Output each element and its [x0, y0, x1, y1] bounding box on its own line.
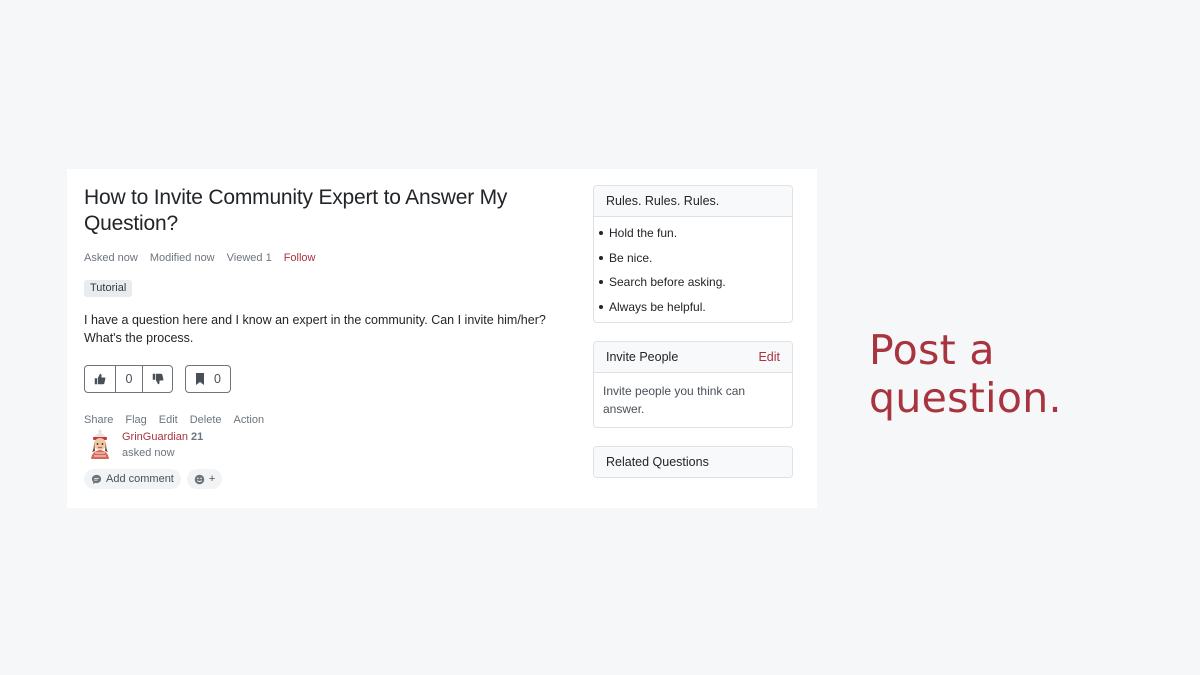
view-count: Viewed 1 [226, 252, 272, 264]
author-info: GrinGuardian 21 asked now [122, 429, 203, 461]
modified-time: Modified now [149, 252, 215, 264]
invite-title: Invite People [606, 350, 679, 364]
downvote-button[interactable] [142, 366, 172, 392]
rules-list: Hold the fun. Be nice. Search before ask… [594, 217, 792, 322]
rule-item: Be nice. [599, 246, 789, 271]
comment-row: Add comment + [84, 469, 564, 489]
bookmark-count: 0 [214, 372, 221, 386]
rule-item: Search before asking. [599, 270, 789, 295]
rules-panel: Rules. Rules. Rules. Hold the fun. Be ni… [593, 185, 793, 323]
chat-bubble-icon [91, 474, 102, 485]
add-comment-label: Add comment [106, 473, 174, 485]
delete-link[interactable]: Delete [190, 413, 222, 427]
stage: How to Invite Community Expert to Answer… [0, 0, 1200, 675]
add-reaction-button[interactable]: + [186, 469, 223, 489]
action-link[interactable]: Action [234, 413, 265, 427]
share-link[interactable]: Share [84, 413, 113, 427]
author-asked-time: asked now [122, 447, 175, 459]
sidebar: Rules. Rules. Rules. Hold the fun. Be ni… [593, 185, 793, 496]
question-card: How to Invite Community Expert to Answer… [67, 169, 817, 508]
avatar[interactable] [86, 429, 114, 459]
question-actions: Share Flag Edit Delete Action [84, 413, 564, 427]
bookmark-button[interactable]: 0 [185, 365, 231, 393]
caption-text: Post a question. [869, 326, 1062, 422]
thumbs-down-icon [152, 373, 164, 385]
edit-link[interactable]: Edit [159, 413, 178, 427]
invite-panel: Invite People Edit Invite people you thi… [593, 341, 793, 428]
flag-link[interactable]: Flag [125, 413, 146, 427]
invite-edit-link[interactable]: Edit [758, 350, 780, 364]
author-reputation: 21 [191, 431, 204, 443]
invite-description: Invite people you think can answer. [603, 384, 746, 416]
add-comment-button[interactable]: Add comment [84, 469, 181, 489]
invite-header: Invite People Edit [594, 342, 792, 373]
related-panel: Related Questions [593, 446, 793, 478]
related-title: Related Questions [606, 455, 709, 469]
vote-group: 0 [84, 365, 173, 393]
rule-item: Hold the fun. [599, 221, 789, 246]
question-meta: Asked now Modified now Viewed 1 Follow [84, 251, 564, 265]
thumbs-up-icon [94, 373, 106, 385]
tag-tutorial[interactable]: Tutorial [84, 280, 133, 297]
question-title: How to Invite Community Expert to Answer… [84, 186, 508, 235]
bookmark-icon [195, 373, 205, 385]
asked-time: Asked now [84, 252, 138, 264]
question-body: I have a question here and I know an exp… [84, 313, 546, 345]
smile-icon [194, 474, 205, 485]
vote-count: 0 [115, 366, 142, 392]
follow-link[interactable]: Follow [284, 251, 316, 265]
author-block: GrinGuardian 21 asked now [84, 429, 564, 461]
upvote-button[interactable] [85, 366, 115, 392]
author-name[interactable]: GrinGuardian [122, 431, 188, 443]
rules-title: Rules. Rules. Rules. [606, 194, 720, 208]
rules-header: Rules. Rules. Rules. [594, 186, 792, 217]
vote-row: 0 0 [84, 365, 564, 393]
rule-item: Always be helpful. [599, 295, 789, 320]
related-header: Related Questions [594, 447, 792, 477]
question-main: How to Invite Community Expert to Answer… [84, 185, 564, 489]
reaction-plus: + [208, 473, 216, 485]
